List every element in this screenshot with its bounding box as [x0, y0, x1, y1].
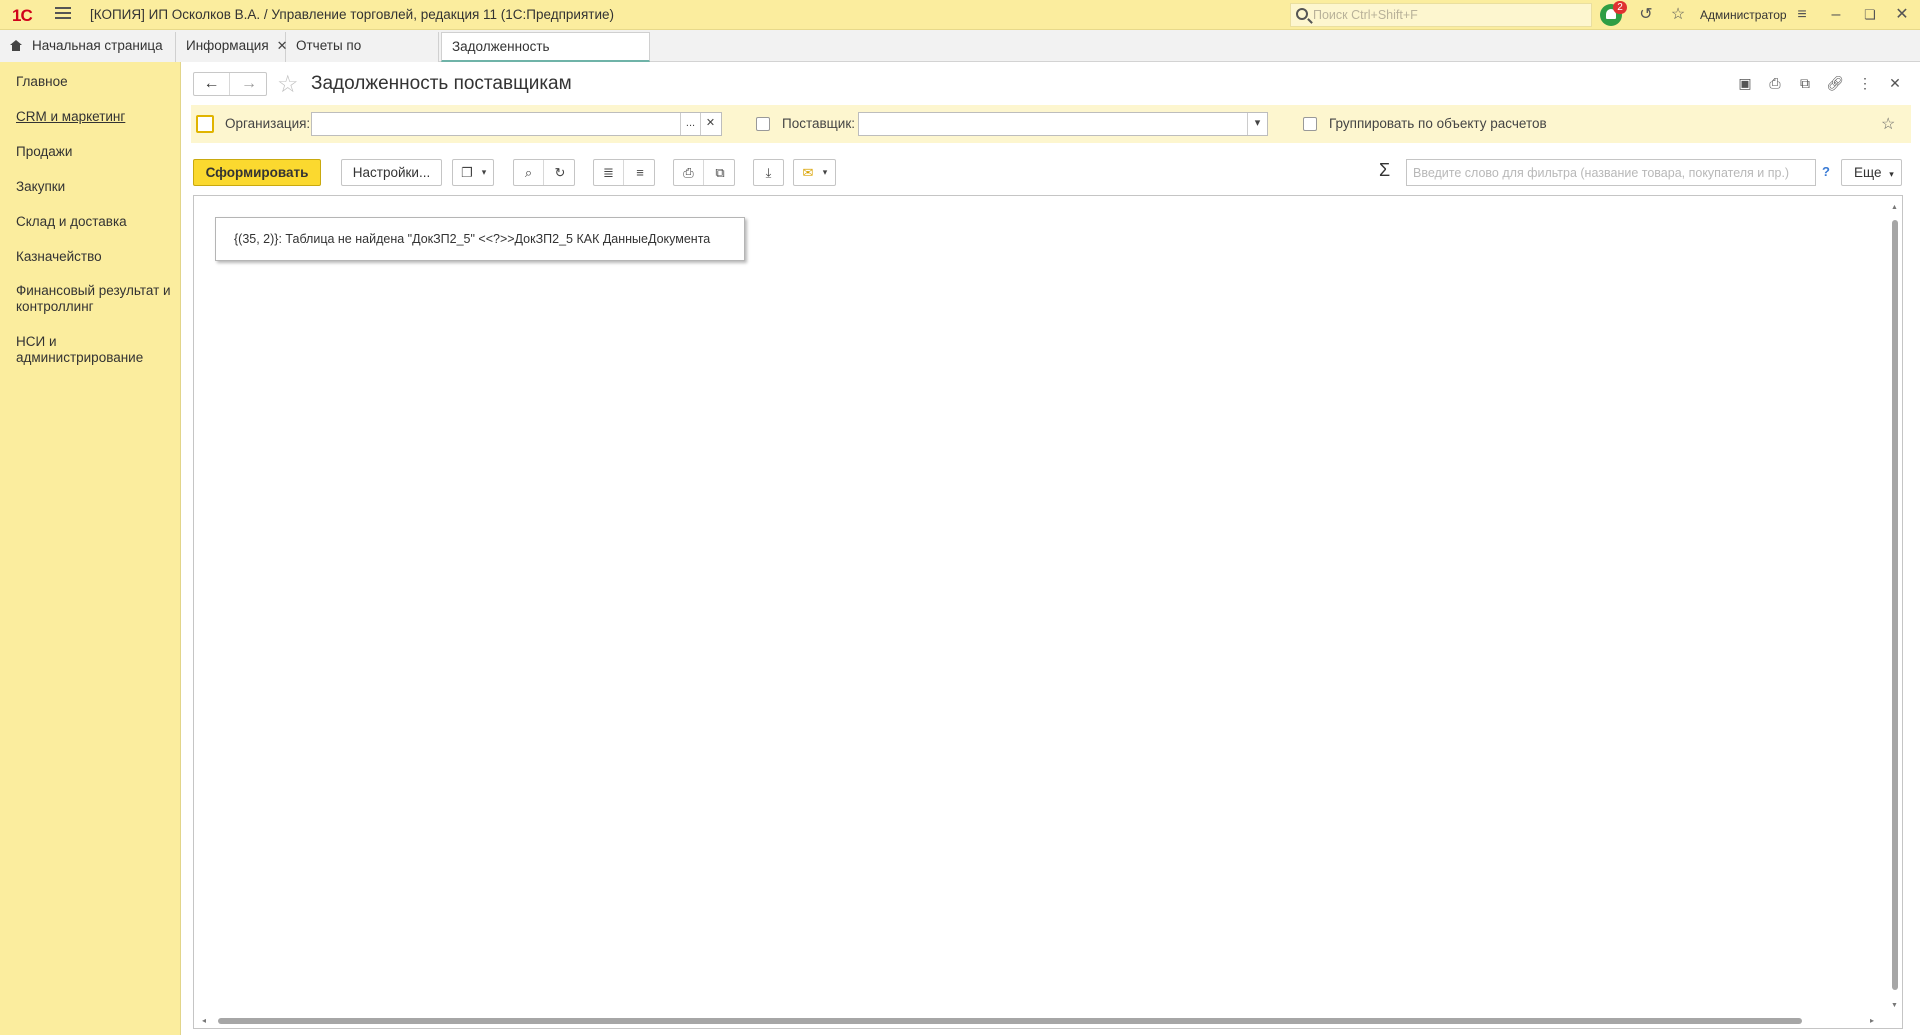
favorite-star-icon[interactable]: ☆ [277, 70, 299, 99]
chevron-down-icon[interactable]: ▾ [1247, 113, 1267, 135]
find-icon[interactable]: ⌕ [514, 160, 544, 185]
app-title: [КОПИЯ] ИП Осколков В.А. / Управление то… [90, 7, 615, 22]
favorites-icon[interactable]: ☆ [1668, 5, 1688, 25]
tab-home[interactable]: Начальная страница [0, 32, 176, 62]
error-message: {(35, 2)}: Таблица не найдена "ДокЗП2_5"… [215, 217, 745, 261]
more-vertical-icon[interactable]: ⋮ [1854, 72, 1876, 94]
download-icon: ⤓ [765, 165, 772, 180]
report-form: ← → ☆ Задолженность поставщикам ▣ ⎙ ⧉ 🔗︎… [181, 62, 1920, 1035]
settings-menu-icon[interactable]: ≡ [1792, 5, 1812, 25]
print-group: ⎙ ⧉ [673, 159, 735, 186]
horizontal-scrollbar[interactable]: ◂ ▸ [202, 1015, 1882, 1025]
save-icon[interactable]: ▣ [1734, 72, 1756, 94]
tab-supplier-debt[interactable]: Задолженность поставщикам✕ [441, 32, 650, 82]
supplier-label: Поставщик: [782, 116, 855, 131]
user-name[interactable]: Администратор [1700, 8, 1787, 22]
more-button[interactable]: Еще ▾ [1841, 159, 1902, 186]
forward-arrow-icon[interactable]: → [231, 73, 267, 95]
select-ellipsis-button[interactable]: ... [680, 113, 700, 135]
filter-field[interactable] [1406, 159, 1816, 186]
sidebar-item-finance[interactable]: Финансовый результат и контроллинг [16, 283, 176, 315]
global-search[interactable] [1290, 3, 1592, 27]
sidebar-item-admin[interactable]: НСИ и администрирование [16, 334, 176, 366]
restore-icon[interactable]: ❏ [1860, 5, 1880, 25]
chevron-down-icon: ▾ [822, 167, 828, 177]
close-form-icon[interactable]: ✕ [1884, 72, 1906, 94]
scroll-left-icon[interactable]: ◂ [202, 1016, 206, 1025]
envelope-icon: ✉ [802, 165, 814, 180]
send-email-button[interactable]: ✉ ▾ [793, 159, 836, 186]
sidebar-item-main[interactable]: Главное [16, 74, 176, 90]
variants-button[interactable]: ❐ ▾ [452, 159, 494, 186]
sidebar-item-treasury[interactable]: Казначейство [16, 249, 176, 265]
copy-icon: ❐ [461, 165, 473, 180]
sidebar-item-warehouse[interactable]: Склад и доставка [16, 214, 176, 230]
organization-field[interactable]: ... ✕ [311, 112, 722, 136]
vertical-scrollbar[interactable]: ▲ ▼ [1889, 204, 1899, 1012]
back-arrow-icon[interactable]: ← [194, 73, 230, 95]
navigation-buttons: ← → [193, 72, 267, 96]
filter-bar: Организация: ... ✕ Поставщик: ▾ Группиро… [191, 105, 1911, 143]
group-checkbox[interactable] [1303, 117, 1317, 131]
print-icon[interactable]: ⎙ [1764, 72, 1786, 94]
sum-icon[interactable]: Σ [1379, 160, 1390, 181]
search-group: ⌕ ↻ [513, 159, 575, 186]
app-logo: 1С [12, 6, 33, 25]
search-input[interactable] [1313, 6, 1583, 24]
grouping-group: ≣ ≡ [593, 159, 655, 186]
horizontal-scroll-thumb[interactable] [218, 1018, 1802, 1024]
tabs-bar: Начальная страница Информация ✕ Отчеты по… [0, 30, 1920, 82]
minimize-icon[interactable]: – [1826, 5, 1846, 25]
vertical-scroll-thumb[interactable] [1892, 220, 1898, 990]
notifications-badge: 2 [1613, 1, 1627, 14]
filter-input[interactable] [1407, 160, 1815, 185]
pin-icon[interactable]: ☆ [1881, 114, 1895, 134]
main-menu-icon[interactable] [55, 7, 71, 21]
scroll-down-icon[interactable]: ▼ [1891, 1002, 1898, 1009]
tab-information[interactable]: Информация ✕ [176, 32, 288, 62]
link-icon[interactable]: 🔗︎ [1824, 72, 1846, 94]
print-preview-icon[interactable]: ⧉ [705, 160, 735, 185]
supplier-field[interactable]: ▾ [858, 112, 1268, 136]
scroll-right-icon[interactable]: ▸ [1870, 1016, 1874, 1025]
home-icon [10, 40, 22, 51]
sidebar-item-purchases[interactable]: Закупки [16, 179, 176, 195]
chevron-down-icon: ▾ [1889, 169, 1894, 179]
export-button[interactable]: ⤓ [753, 159, 784, 186]
page-title: Задолженность поставщикам [311, 73, 572, 94]
sidebar-item-crm[interactable]: CRM и маркетинг [16, 109, 176, 125]
history-icon[interactable]: ↺ [1636, 5, 1656, 25]
chevron-down-icon: ▾ [481, 167, 487, 177]
organization-label: Организация: [225, 116, 311, 131]
organization-checkbox[interactable] [196, 115, 214, 133]
sidebar: Главное CRM и маркетинг Продажи Закупки … [0, 62, 181, 1035]
expand-groups-icon[interactable]: ≣ [594, 160, 624, 185]
preview-icon[interactable]: ⧉ [1794, 72, 1816, 94]
sidebar-item-sales[interactable]: Продажи [16, 144, 176, 160]
report-area[interactable]: {(35, 2)}: Таблица не найдена "ДокЗП2_5"… [193, 195, 1903, 1029]
tab-purchase-reports[interactable]: Отчеты по закупкам✕ [286, 32, 439, 81]
settings-button[interactable]: Настройки... [341, 159, 442, 186]
title-bar: 1С [КОПИЯ] ИП Осколков В.А. / Управление… [0, 0, 1920, 30]
scroll-up-icon[interactable]: ▲ [1891, 204, 1898, 211]
print-icon[interactable]: ⎙ [674, 160, 704, 185]
clear-icon[interactable]: ✕ [700, 113, 720, 135]
supplier-checkbox[interactable] [756, 117, 770, 131]
search-icon [1296, 8, 1308, 20]
generate-button[interactable]: Сформировать [193, 159, 321, 186]
find-next-icon[interactable]: ↻ [545, 160, 575, 185]
close-window-icon[interactable]: ✕ [1892, 5, 1912, 25]
help-icon[interactable]: ? [1822, 164, 1830, 179]
group-label: Группировать по объекту расчетов [1329, 116, 1547, 131]
collapse-groups-icon[interactable]: ≡ [625, 160, 655, 185]
